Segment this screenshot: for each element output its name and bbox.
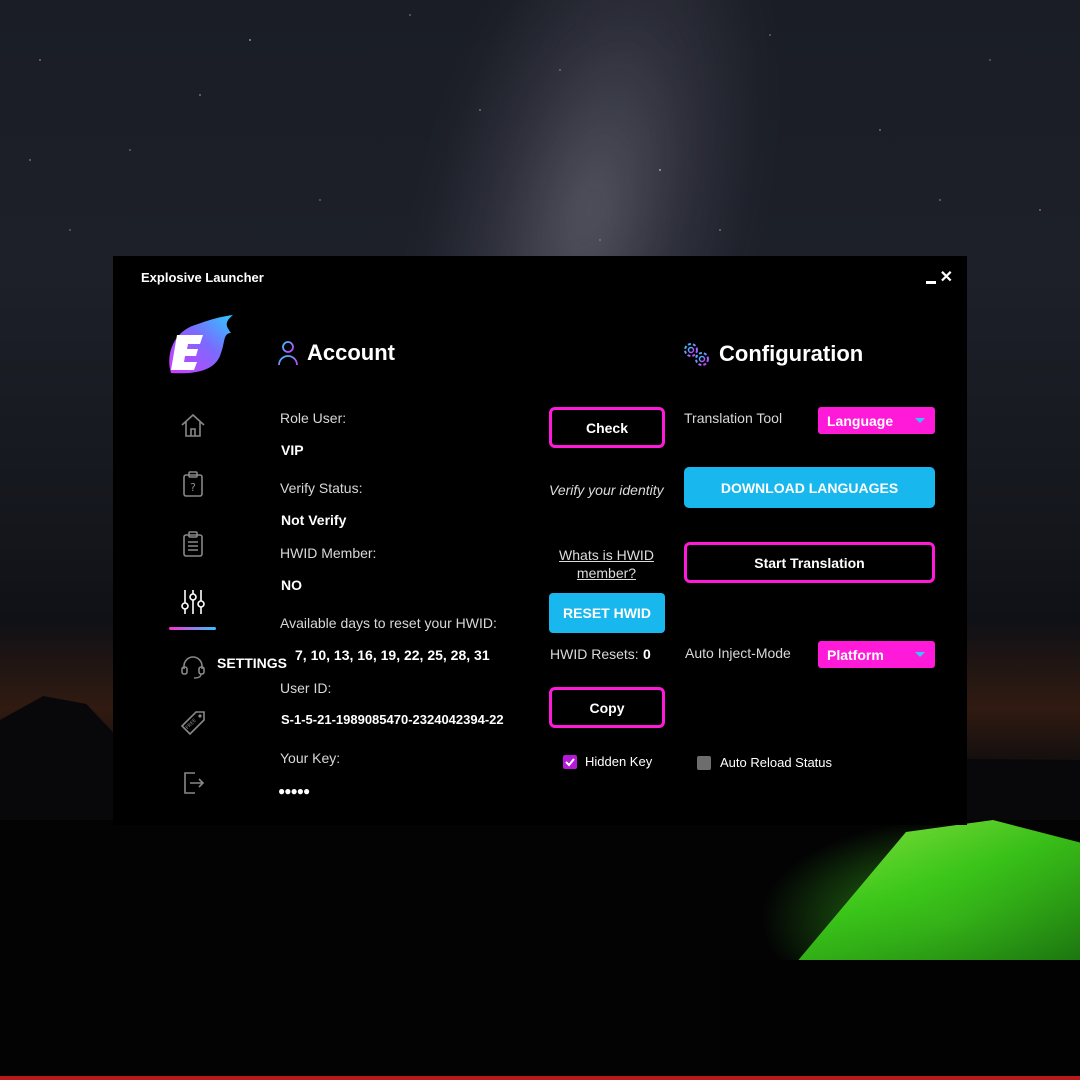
svg-text:?: ? — [190, 481, 196, 494]
headset-icon[interactable] — [179, 652, 207, 680]
configuration-header: Configuration — [681, 340, 863, 368]
verify-hint: Verify your identity — [549, 482, 664, 498]
verify-status-value: Not Verify — [281, 512, 347, 528]
bottom-red-line — [0, 1076, 1080, 1080]
hwid-member-link[interactable]: Whats is HWID member? — [553, 546, 660, 582]
logout-icon[interactable] — [179, 769, 207, 797]
copy-button[interactable]: Copy — [549, 687, 665, 728]
user-id-label: User ID: — [280, 680, 332, 696]
hwid-resets-value: 0 — [643, 646, 651, 662]
language-select-value: Language — [827, 412, 894, 429]
user-icon — [278, 341, 298, 366]
close-button[interactable]: ✕ — [940, 270, 953, 286]
platform-select[interactable]: Platform — [818, 641, 935, 668]
sliders-icon[interactable] — [179, 588, 207, 616]
hidden-key-checkbox[interactable] — [563, 755, 577, 769]
launcher-window: Explosive Launcher ✕ ? SETTINGS FREE Acc… — [113, 256, 967, 825]
window-title: Explosive Launcher — [141, 270, 264, 285]
chevron-down-icon — [915, 418, 925, 423]
gears-icon — [684, 343, 709, 366]
auto-inject-label: Auto Inject-Mode — [685, 645, 791, 661]
start-translation-button[interactable]: Start Translation — [684, 542, 935, 583]
window-controls: ✕ — [925, 270, 953, 286]
verify-status-label: Verify Status: — [280, 480, 363, 496]
hwid-resets-label: HWID Resets: — [550, 646, 639, 662]
check-button[interactable]: Check — [549, 407, 665, 448]
reset-days-value: 7, 10, 13, 16, 19, 22, 25, 28, 31 — [295, 647, 490, 663]
translation-tool-label: Translation Tool — [684, 410, 783, 426]
download-languages-button[interactable]: DOWNLOAD LANGUAGES — [684, 467, 935, 508]
reset-days-label: Available days to reset your HWID: — [280, 615, 497, 631]
home-icon[interactable] — [179, 411, 207, 439]
active-nav-indicator — [169, 627, 216, 630]
app-logo — [169, 315, 233, 374]
sidebar-item-settings[interactable]: SETTINGS — [217, 655, 287, 671]
hidden-key-label: Hidden Key — [585, 754, 653, 769]
account-header: Account — [277, 340, 395, 366]
auto-reload-checkbox[interactable] — [697, 756, 711, 770]
user-id-value: S-1-5-21-1989085470-2324042394-22 — [281, 712, 504, 727]
chevron-down-icon — [915, 652, 925, 657]
key-value: ●●●●● — [278, 784, 310, 798]
hwid-member-value: NO — [281, 577, 302, 593]
clipboard-list-icon[interactable] — [179, 530, 207, 558]
hwid-member-label: HWID Member: — [280, 545, 377, 561]
reset-hwid-button[interactable]: RESET HWID — [549, 593, 665, 633]
role-label: Role User: — [280, 410, 347, 426]
configuration-title: Configuration — [719, 341, 864, 366]
minimize-button[interactable] — [925, 281, 936, 284]
language-select[interactable]: Language — [818, 407, 935, 434]
account-title: Account — [307, 340, 395, 365]
free-tag-icon[interactable]: FREE — [179, 708, 207, 736]
grass — [720, 960, 1080, 1080]
check-icon — [565, 758, 575, 767]
platform-select-value: Platform — [827, 646, 884, 663]
clipboard-question-icon[interactable]: ? — [179, 470, 207, 498]
role-value: VIP — [281, 442, 304, 458]
auto-reload-label: Auto Reload Status — [720, 755, 833, 770]
key-label: Your Key: — [280, 750, 341, 766]
